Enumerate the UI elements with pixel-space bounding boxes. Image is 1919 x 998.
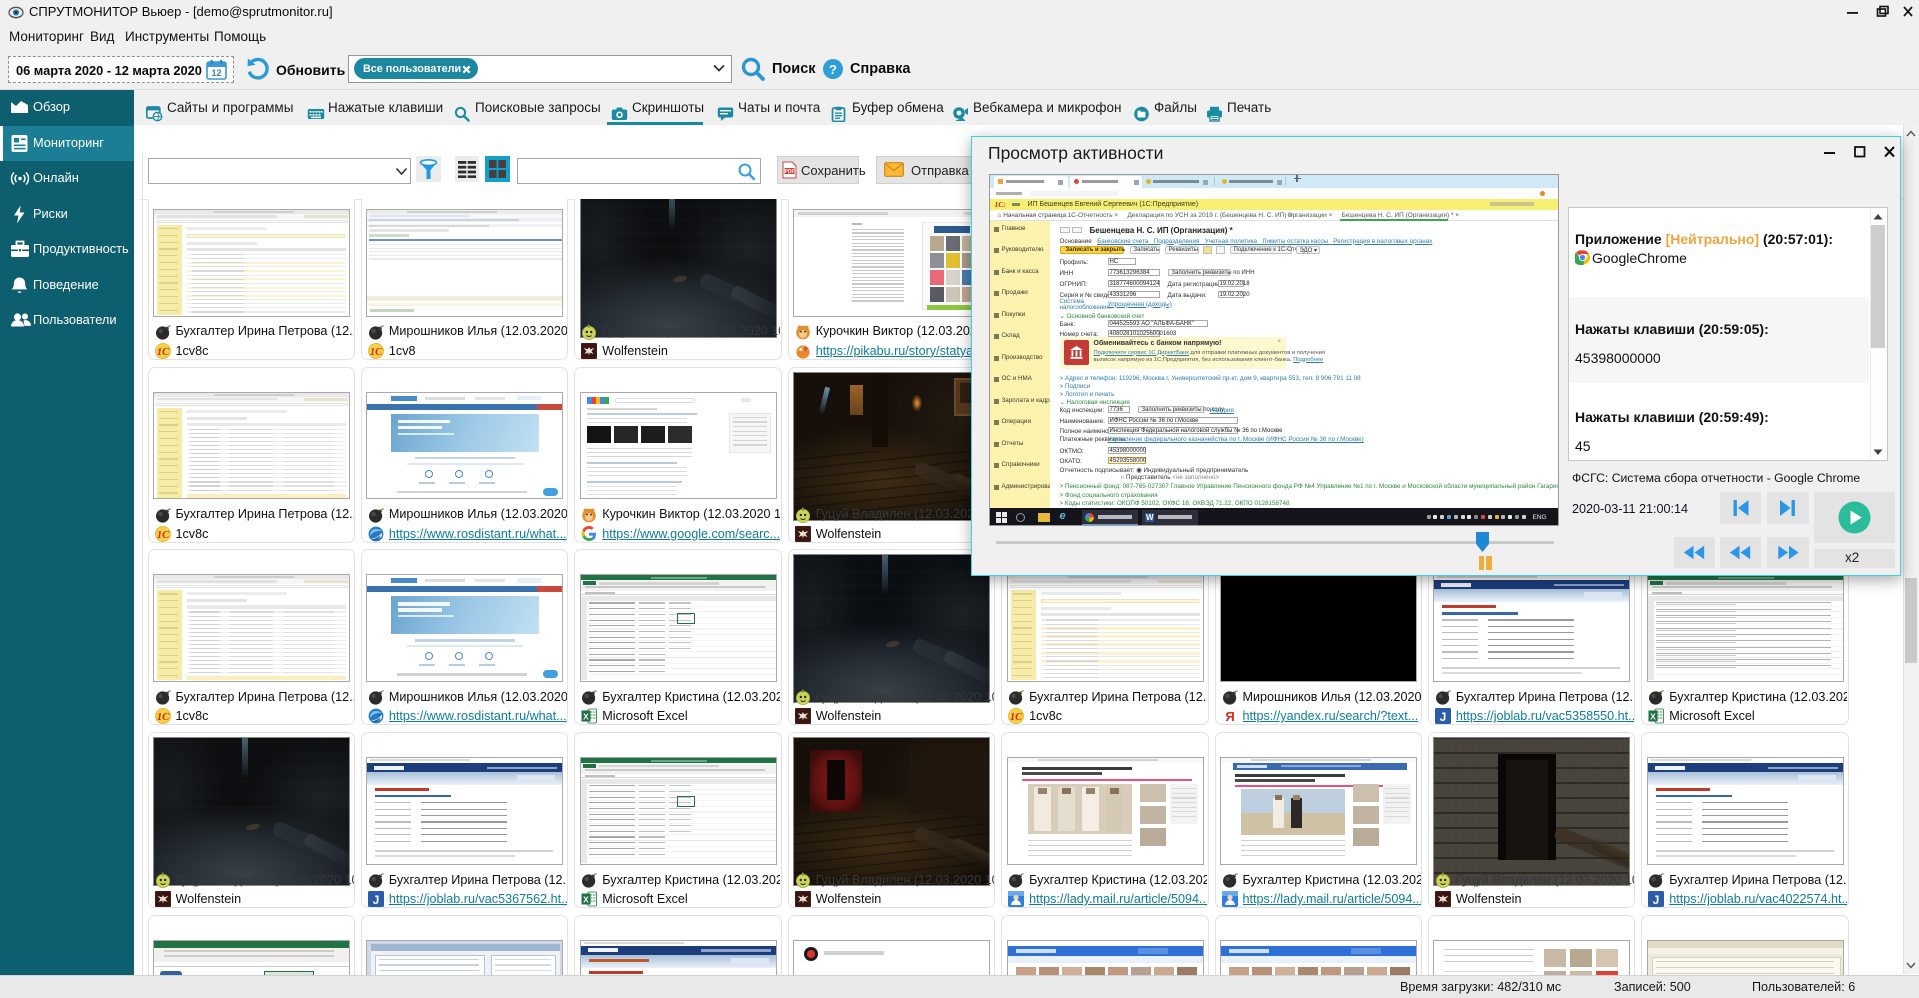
svg-text:PDF: PDF bbox=[785, 169, 795, 175]
svg-text:1С: 1С bbox=[156, 712, 169, 723]
svg-text:J: J bbox=[1653, 893, 1660, 907]
svg-text:1С: 1С bbox=[156, 347, 169, 358]
svg-text:12: 12 bbox=[211, 68, 221, 78]
svg-text:1С: 1С bbox=[1010, 712, 1023, 723]
svg-text:J: J bbox=[373, 893, 380, 907]
svg-text:?: ? bbox=[829, 62, 837, 77]
svg-text:1С: 1С bbox=[156, 529, 169, 540]
svg-text:1С: 1С bbox=[370, 347, 383, 358]
svg-text:X: X bbox=[583, 712, 589, 722]
svg-text:X: X bbox=[583, 895, 589, 905]
svg-text:Я: Я bbox=[1225, 709, 1234, 724]
svg-text:X: X bbox=[1650, 712, 1656, 722]
svg-text:J: J bbox=[1440, 710, 1447, 724]
